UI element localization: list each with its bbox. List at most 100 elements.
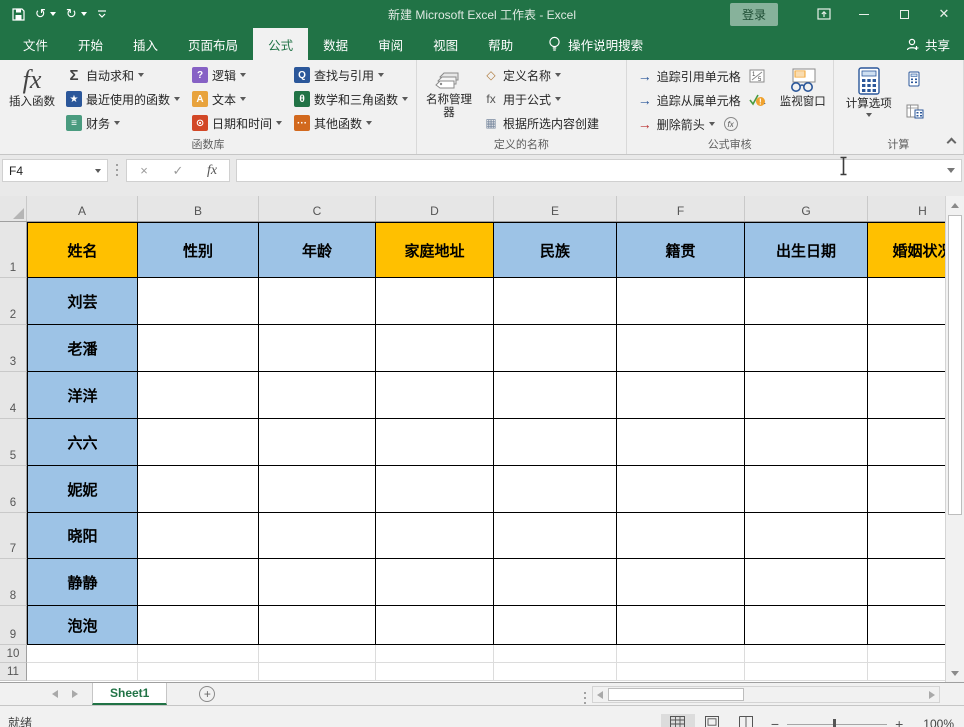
cell-H10[interactable] — [868, 645, 945, 663]
cell-F1[interactable]: 籍贯 — [617, 222, 745, 278]
cell-D2[interactable] — [376, 278, 494, 325]
cell-C8[interactable] — [259, 559, 376, 606]
ribbon-button-create-from-selection[interactable]: ▦根据所选内容创建 — [480, 111, 602, 135]
tab-file[interactable]: 文件 — [8, 28, 63, 60]
column-header-C[interactable]: C — [259, 196, 376, 221]
horizontal-scroll-thumb[interactable] — [608, 688, 744, 701]
cell-B11[interactable] — [138, 663, 259, 681]
cell-E9[interactable] — [494, 606, 617, 645]
column-header-B[interactable]: B — [138, 196, 259, 221]
calculate-now-button[interactable] — [903, 67, 927, 91]
cell-D3[interactable] — [376, 325, 494, 372]
redo-button[interactable]: ↻ — [62, 4, 91, 24]
column-header-H[interactable]: H — [868, 196, 945, 221]
zoom-in-button[interactable]: + — [887, 719, 911, 727]
cell-C1[interactable]: 年龄 — [259, 222, 376, 278]
cell-B5[interactable] — [138, 419, 259, 466]
cell-A9[interactable]: 泡泡 — [27, 606, 138, 645]
cell-D10[interactable] — [376, 645, 494, 663]
insert-function-icon[interactable]: fx — [195, 163, 229, 179]
sign-in-button[interactable]: 登录 — [730, 3, 778, 26]
ribbon-button-trace-precedents[interactable]: →追踪引用单元格 — [634, 64, 744, 88]
row-header-3[interactable]: 3 — [0, 325, 27, 372]
next-sheet-icon[interactable] — [72, 690, 78, 698]
undo-button[interactable]: ↺ — [31, 4, 60, 24]
cell-G7[interactable] — [745, 513, 868, 559]
formula-auditing-extra[interactable]: fx — [718, 116, 744, 132]
cell-A4[interactable]: 洋洋 — [27, 372, 138, 419]
cell-H3[interactable] — [868, 325, 945, 372]
minimize-button[interactable] — [844, 0, 884, 28]
cell-G1[interactable]: 出生日期 — [745, 222, 868, 278]
cancel-icon[interactable]: × — [127, 163, 161, 178]
cell-H7[interactable] — [868, 513, 945, 559]
scroll-down-icon[interactable] — [951, 671, 959, 676]
cell-H2[interactable] — [868, 278, 945, 325]
cell-A6[interactable]: 妮妮 — [27, 466, 138, 513]
ribbon-button-text[interactable]: A文本 — [189, 87, 285, 111]
cell-E5[interactable] — [494, 419, 617, 466]
cell-C6[interactable] — [259, 466, 376, 513]
cell-H6[interactable] — [868, 466, 945, 513]
ribbon-button-financial[interactable]: ≡财务 — [63, 111, 183, 135]
ribbon-button-autosum[interactable]: Σ自动求和 — [63, 63, 183, 87]
undo-dropdown-icon[interactable] — [50, 12, 56, 16]
cell-G3[interactable] — [745, 325, 868, 372]
column-header-E[interactable]: E — [494, 196, 617, 221]
cell-C9[interactable] — [259, 606, 376, 645]
sheet-tab-sheet1[interactable]: Sheet1 — [92, 683, 167, 705]
vertical-scroll-thumb[interactable] — [948, 215, 962, 515]
cell-B9[interactable] — [138, 606, 259, 645]
close-button[interactable]: ✕ — [924, 0, 964, 28]
cell-D1[interactable]: 家庭地址 — [376, 222, 494, 278]
formula-auditing-extra[interactable]: ! — [744, 93, 770, 107]
share-button[interactable]: 共享 — [906, 28, 964, 60]
tab-help[interactable]: 帮助 — [473, 28, 528, 60]
cell-C2[interactable] — [259, 278, 376, 325]
select-all-corner[interactable] — [0, 196, 27, 221]
cell-H9[interactable] — [868, 606, 945, 645]
formula-auditing-extra[interactable]: 15 — [744, 69, 770, 83]
cell-F8[interactable] — [617, 559, 745, 606]
horizontal-scrollbar[interactable] — [592, 686, 940, 703]
ribbon-button-logical[interactable]: ?逻辑 — [189, 63, 285, 87]
column-header-G[interactable]: G — [745, 196, 868, 221]
cell-G5[interactable] — [745, 419, 868, 466]
cell-A8[interactable]: 静静 — [27, 559, 138, 606]
cell-B6[interactable] — [138, 466, 259, 513]
cell-B7[interactable] — [138, 513, 259, 559]
column-header-F[interactable]: F — [617, 196, 745, 221]
save-icon[interactable] — [8, 6, 29, 23]
cell-H11[interactable] — [868, 663, 945, 681]
ribbon-display-options-icon[interactable] — [804, 0, 844, 28]
zoom-slider-thumb[interactable] — [833, 719, 836, 727]
ribbon-button-date-time[interactable]: ⊙日期和时间 — [189, 111, 285, 135]
ribbon-button-math-trig[interactable]: θ数学和三角函数 — [291, 87, 411, 111]
calculate-sheet-button[interactable] — [903, 99, 927, 123]
column-header-D[interactable]: D — [376, 196, 494, 221]
cell-A1[interactable]: 姓名 — [27, 222, 138, 278]
ribbon-button-more-functions[interactable]: ···其他函数 — [291, 111, 411, 135]
cell-G10[interactable] — [745, 645, 868, 663]
cell-D4[interactable] — [376, 372, 494, 419]
formula-input[interactable] — [236, 159, 962, 182]
cell-A5[interactable]: 六六 — [27, 419, 138, 466]
cell-E1[interactable]: 民族 — [494, 222, 617, 278]
cell-F11[interactable] — [617, 663, 745, 681]
row-header-8[interactable]: 8 — [0, 559, 27, 606]
cell-G8[interactable] — [745, 559, 868, 606]
vertical-scrollbar[interactable] — [945, 196, 964, 682]
cell-A10[interactable] — [27, 645, 138, 663]
row-header-10[interactable]: 10 — [0, 645, 27, 663]
tab-view[interactable]: 视图 — [418, 28, 473, 60]
cell-B8[interactable] — [138, 559, 259, 606]
cell-F6[interactable] — [617, 466, 745, 513]
calculation-options-button[interactable]: 计算选项 — [838, 63, 900, 117]
cell-F9[interactable] — [617, 606, 745, 645]
cell-E2[interactable] — [494, 278, 617, 325]
row-header-4[interactable]: 4 — [0, 372, 27, 419]
ribbon-button-trace-dependents[interactable]: →追踪从属单元格 — [634, 88, 744, 112]
customize-qat-icon[interactable] — [93, 7, 111, 21]
zoom-out-button[interactable]: − — [763, 719, 787, 727]
maximize-button[interactable] — [884, 0, 924, 28]
